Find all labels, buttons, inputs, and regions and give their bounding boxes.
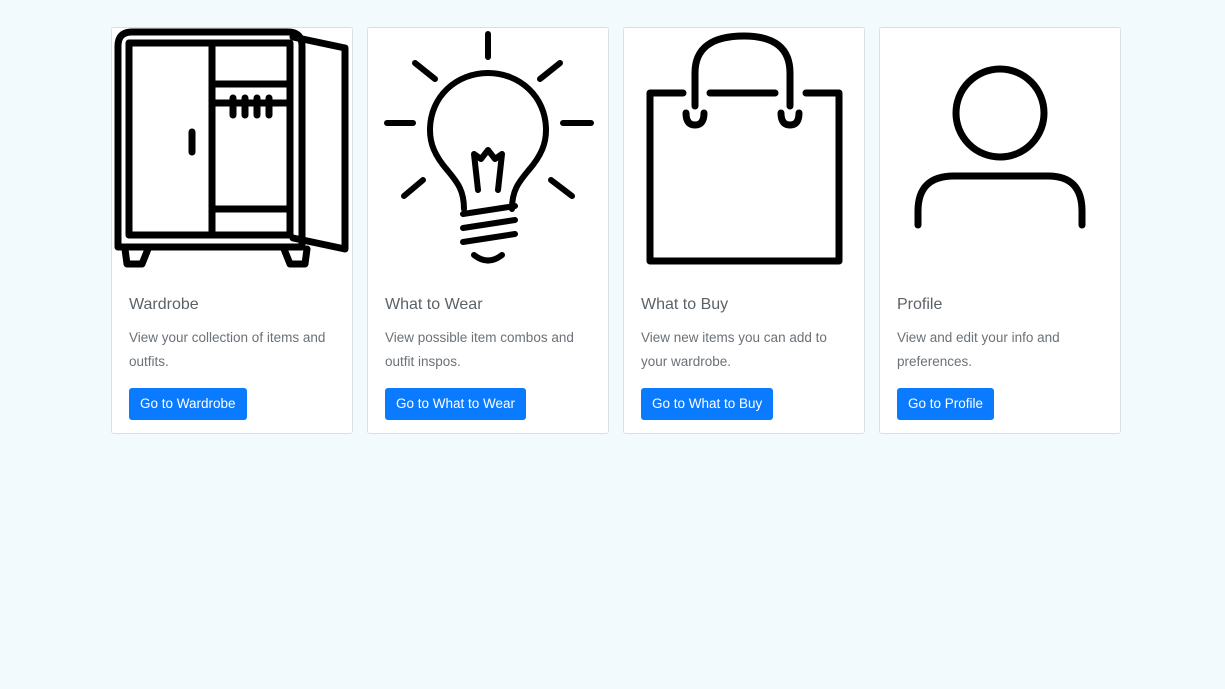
card-wardrobe: Wardrobe View your collection of items a…: [111, 27, 353, 434]
card-description: View new items you can add to your wardr…: [641, 330, 827, 369]
go-to-wardrobe-button[interactable]: Go to Wardrobe: [129, 388, 247, 420]
card-title: What to Wear: [385, 296, 483, 313]
card-deck: Wardrobe View your collection of items a…: [111, 27, 1121, 434]
shopping-bag-icon: [646, 32, 843, 265]
go-to-profile-button[interactable]: Go to Profile: [897, 388, 995, 420]
user-icon: [914, 65, 1086, 229]
card-what-to-buy: What to Buy View new items you can add t…: [623, 27, 865, 434]
card-title: Wardrobe: [129, 296, 199, 313]
wardrobe-icon: [114, 28, 349, 268]
card-profile: Profile View and edit your info and pref…: [879, 27, 1121, 434]
card-title: Profile: [897, 296, 943, 313]
card-description: View and edit your info and preferences.: [897, 330, 1060, 369]
lightbulb-icon: [384, 31, 594, 264]
go-to-what-to-wear-button[interactable]: Go to What to Wear: [385, 388, 527, 420]
card-description: View possible item combos and outfit ins…: [385, 330, 574, 369]
card-what-to-wear: What to Wear View possible item combos a…: [367, 27, 609, 434]
go-to-what-to-buy-button[interactable]: Go to What to Buy: [641, 388, 774, 420]
card-description: View your collection of items and outfit…: [129, 330, 326, 369]
card-title: What to Buy: [641, 296, 729, 313]
